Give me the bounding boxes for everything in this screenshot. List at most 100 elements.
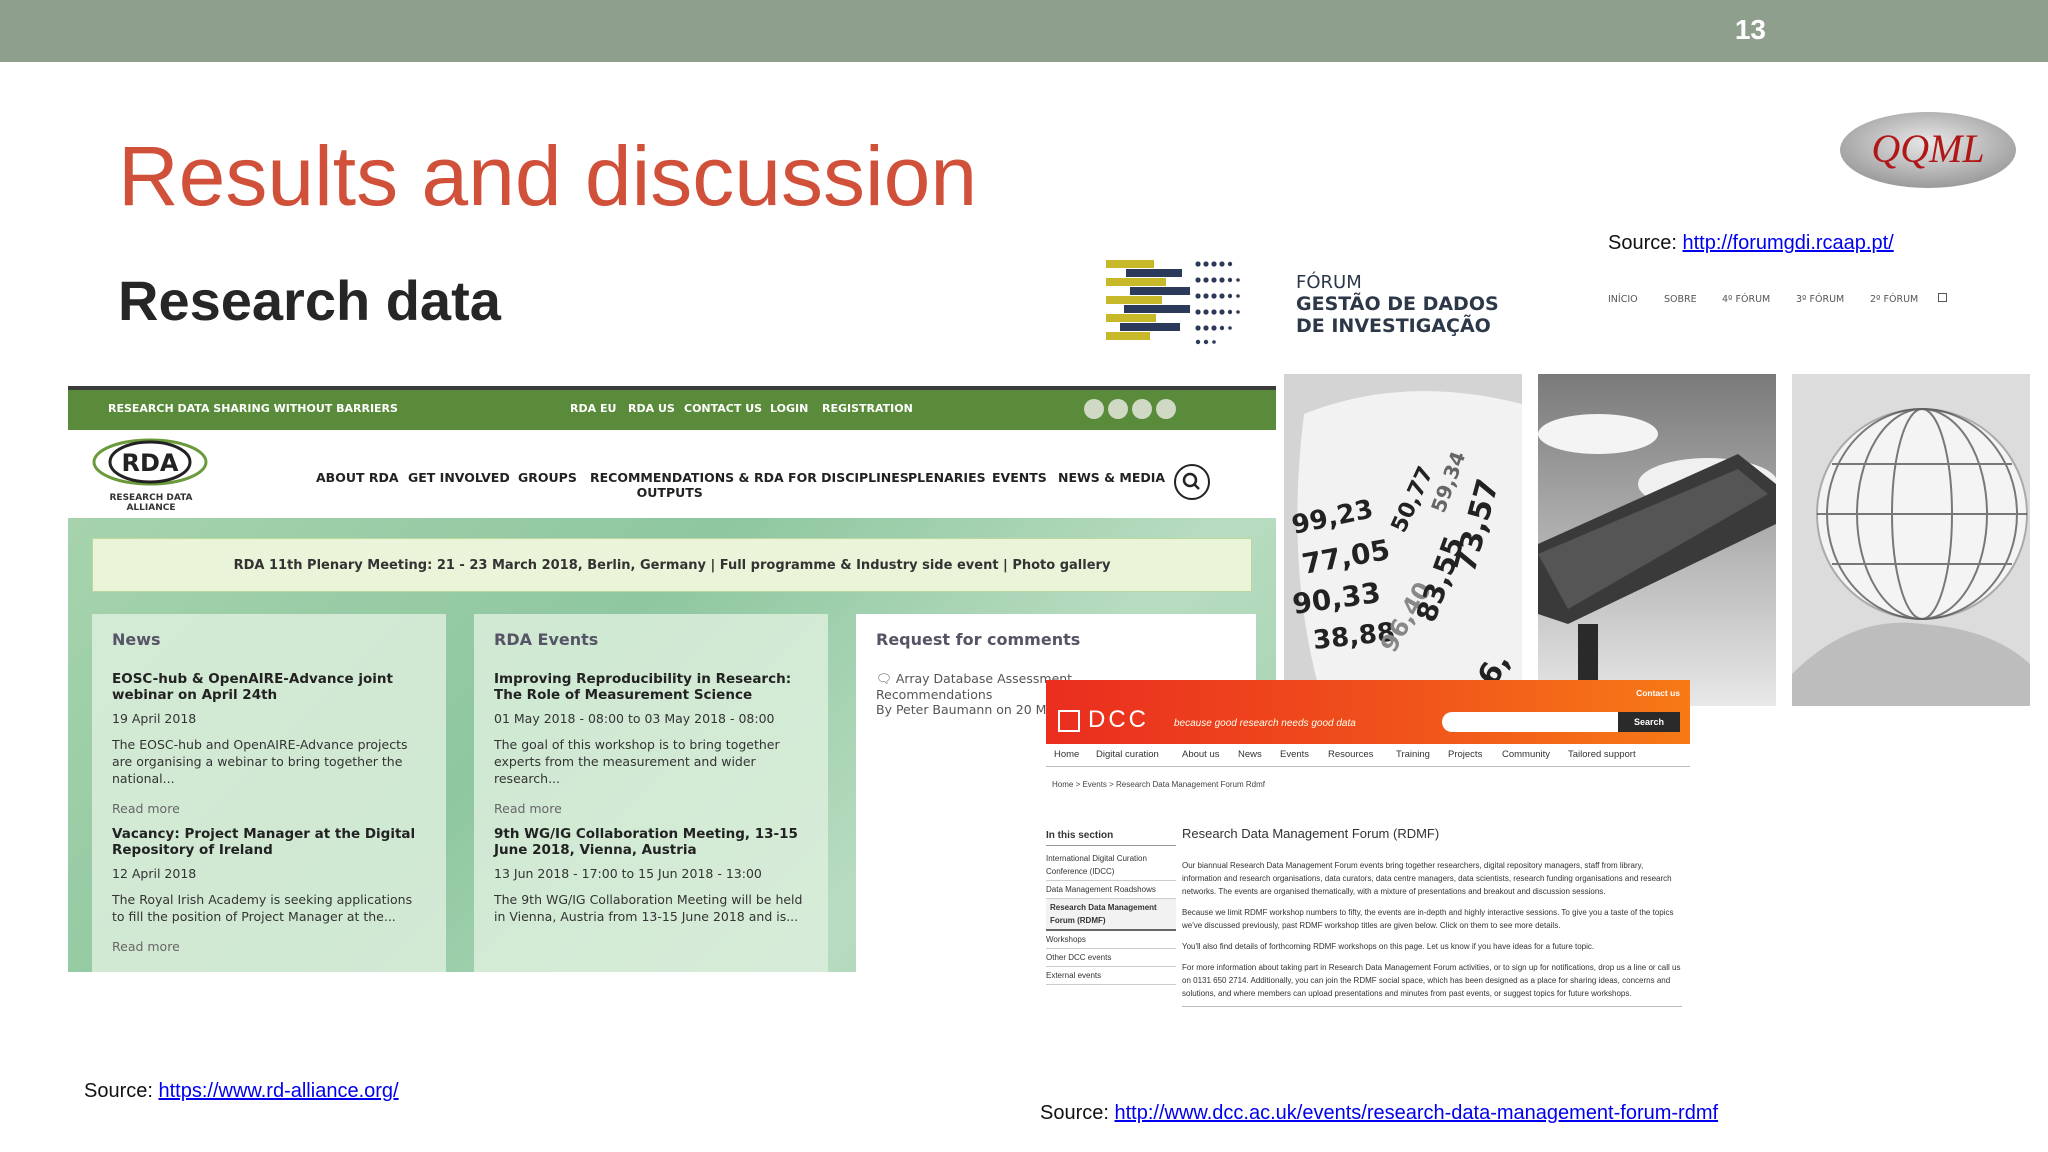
dcc-header: Contact us DCC because good research nee… (1046, 680, 1690, 744)
news-item-date: 19 April 2018 (112, 711, 197, 726)
dcc-nav-item[interactable]: Training (1396, 749, 1430, 760)
rda-nav-about[interactable]: ABOUT RDA (316, 470, 399, 485)
source-label: Source: (1040, 1102, 1115, 1124)
event-item-date: 13 Jun 2018 - 17:00 to 15 Jun 2018 - 13:… (494, 866, 762, 881)
rda-banner[interactable]: RDA 11th Plenary Meeting: 21 - 23 March … (92, 538, 1252, 592)
dcc-logo[interactable]: DCC (1088, 706, 1149, 734)
rda-logo[interactable]: RDA RESEARCH DATA ALLIANCE (92, 438, 210, 513)
rda-nav-recommendations-line1: RECOMMENDATIONS & (590, 470, 750, 485)
source-rda-link[interactable]: https://www.rd-alliance.org/ (158, 1080, 398, 1102)
event-item-text: The goal of this workshop is to bring to… (494, 737, 780, 786)
dcc-search-button[interactable]: Search (1618, 712, 1680, 732)
rda-nav-disciplines[interactable]: RDA FOR DISCIPLINES (754, 470, 909, 485)
event-item-title[interactable]: Improving Reproducibility in Research: T… (494, 671, 808, 703)
source-forum-link[interactable]: http://forumgdi.rcaap.pt/ (1682, 232, 1893, 254)
forum-nav-item[interactable]: 4º FÓRUM (1722, 294, 1770, 305)
rda-top-link[interactable]: REGISTRATION (822, 402, 913, 415)
dcc-side-item[interactable]: International Digital Curation Conferenc… (1046, 850, 1176, 881)
rda-nav-groups[interactable]: GROUPS (518, 470, 577, 485)
event-item-text: The 9th WG/IG Collaboration Meeting will… (494, 892, 803, 924)
rda-top-link[interactable]: RDA EU (570, 402, 616, 415)
dcc-nav-item[interactable]: Tailored support (1568, 749, 1636, 760)
forum-nav-item[interactable]: 2º FÓRUM (1870, 294, 1918, 305)
dcc-screenshot: Contact us DCC because good research nee… (1046, 680, 1690, 1070)
rda-logo-text: RDA (122, 449, 179, 477)
news-item-text: The EOSC-hub and OpenAIRE-Advance projec… (112, 737, 408, 786)
news-item-text: The Royal Irish Academy is seeking appli… (112, 892, 413, 924)
event-item-date: 01 May 2018 - 08:00 to 03 May 2018 - 08:… (494, 711, 775, 726)
dcc-nav-item[interactable]: Events (1280, 749, 1309, 760)
dcc-nav-item[interactable]: About us (1182, 749, 1220, 760)
dcc-paragraph: Our biannual Research Data Management Fo… (1182, 861, 1672, 896)
rda-events-card: RDA Events Improving Reproducibility in … (474, 614, 828, 972)
forum-title-line3: DE INVESTIGAÇÃO (1296, 315, 1491, 337)
dcc-nav-item[interactable]: Resources (1328, 749, 1373, 760)
dcc-nav-item[interactable]: Digital curation (1096, 749, 1159, 760)
twitter-icon[interactable] (1084, 399, 1104, 419)
read-more-link[interactable]: Read more (112, 801, 426, 816)
rda-nav-events[interactable]: EVENTS (992, 470, 1047, 485)
dcc-side-item[interactable]: External events (1046, 967, 1176, 985)
event-item-title[interactable]: 9th WG/IG Collaboration Meeting, 13-15 J… (494, 826, 808, 858)
dcc-side-item-active[interactable]: Research Data Management Forum (RDMF) (1046, 899, 1176, 931)
events-heading: RDA Events (494, 630, 599, 649)
source-label: Source: (1608, 232, 1683, 254)
dcc-main: Research Data Management Forum (RDMF) Ou… (1182, 826, 1682, 1007)
news-item-date: 12 April 2018 (112, 866, 197, 881)
dcc-sidebar: In this section International Digital Cu… (1046, 830, 1176, 985)
rda-nav-recommendations-line2: OUTPUTS (636, 485, 703, 500)
dcc-side-item[interactable]: Workshops (1046, 931, 1176, 949)
linkedin-icon[interactable] (1132, 399, 1152, 419)
dcc-contact-link[interactable]: Contact us (1636, 688, 1680, 698)
rda-top-link[interactable]: RDA US (628, 402, 675, 415)
news-item-title[interactable]: Vacancy: Project Manager at the Digital … (112, 826, 426, 858)
dcc-paragraph: For more information about taking part i… (1182, 961, 1682, 1007)
source-rda: Source: https://www.rd-alliance.org/ (84, 1080, 399, 1103)
read-more-link[interactable]: Read more (494, 801, 808, 816)
news-item-title[interactable]: EOSC-hub & OpenAIRE-Advance joint webina… (112, 671, 426, 703)
facebook-icon[interactable] (1108, 399, 1128, 419)
rda-top-link[interactable]: LOGIN (770, 402, 808, 415)
dcc-nav-item[interactable]: Home (1054, 749, 1079, 760)
dcc-logo-icon (1058, 710, 1080, 732)
search-icon[interactable] (1174, 464, 1210, 500)
rda-nav-plenaries[interactable]: PLENARIES (908, 470, 986, 485)
dcc-search-input[interactable] (1442, 712, 1618, 732)
rda-nav-news-media[interactable]: NEWS & MEDIA (1058, 470, 1165, 485)
rda-nav-get-involved[interactable]: GET INVOLVED (408, 470, 510, 485)
dcc-nav-item[interactable]: Projects (1448, 749, 1482, 760)
rda-nav-recommendations[interactable]: RECOMMENDATIONS & OUTPUTS (590, 470, 749, 500)
dcc-tagline: because good research needs good data (1174, 718, 1356, 729)
dcc-breadcrumb: Home > Events > Research Data Management… (1052, 780, 1265, 789)
forum-nav-item[interactable]: 3º FÓRUM (1796, 294, 1844, 305)
dcc-side-heading: In this section (1046, 830, 1176, 846)
read-more-link[interactable]: Read more (112, 939, 426, 954)
qqml-logo-text: QQML (1871, 126, 1984, 171)
forum-flag-icon[interactable] (1938, 293, 1947, 302)
forum-nav-item[interactable]: INÍCIO (1608, 294, 1638, 305)
forum-logo (1106, 256, 1286, 350)
rda-top-link[interactable]: CONTACT US (684, 402, 762, 415)
dcc-side-item[interactable]: Data Management Roadshows (1046, 881, 1176, 899)
slide-title: Results and discussion (118, 129, 978, 223)
rfc-heading: Request for comments (876, 630, 1081, 649)
rda-top-bar: RESEARCH DATA SHARING WITHOUT BARRIERS R… (68, 386, 1276, 430)
rda-nav: RDA RESEARCH DATA ALLIANCE ABOUT RDA GET… (68, 430, 1276, 518)
forum-photo-globe (1792, 374, 2030, 706)
dcc-page-heading: Research Data Management Forum (RDMF) (1182, 826, 1440, 841)
youtube-icon[interactable] (1156, 399, 1176, 419)
forum-title: FÓRUM GESTÃO DE DADOS DE INVESTIGAÇÃO (1296, 272, 1499, 337)
source-label: Source: (84, 1080, 159, 1102)
forum-nav-item[interactable]: SOBRE (1664, 294, 1697, 305)
source-dcc-link[interactable]: http://www.dcc.ac.uk/events/research-dat… (1114, 1102, 1718, 1124)
dcc-nav: Home Digital curation About us News Even… (1046, 744, 1690, 767)
source-dcc: Source: http://www.dcc.ac.uk/events/rese… (1040, 1102, 1718, 1125)
qqml-logo: QQML (1838, 110, 2018, 190)
dcc-nav-item[interactable]: News (1238, 749, 1262, 760)
dcc-side-item[interactable]: Other DCC events (1046, 949, 1176, 967)
dcc-nav-item[interactable]: Community (1502, 749, 1550, 760)
dcc-paragraph: Because we limit RDMF workshop numbers t… (1182, 908, 1674, 930)
slide-subtitle: Research data (118, 269, 501, 332)
news-heading: News (112, 630, 161, 649)
rda-tagline: RESEARCH DATA SHARING WITHOUT BARRIERS (108, 402, 398, 415)
